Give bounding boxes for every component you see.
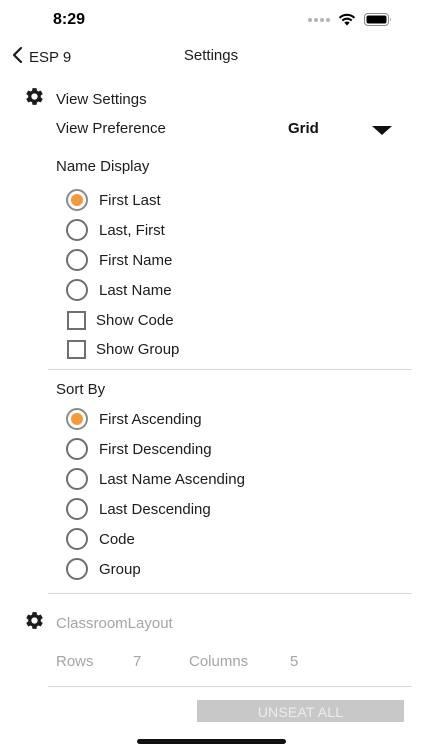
view-settings-title: View Settings — [56, 90, 147, 108]
status-bar: 8:29 — [0, 0, 422, 40]
option-label: Last Name Ascending — [99, 470, 245, 488]
radio-first-ascending[interactable]: First Ascending — [66, 408, 202, 430]
option-label: First Descending — [99, 440, 212, 458]
classroom-layout-title: ClassroomLayout — [56, 614, 173, 632]
columns-value[interactable]: 5 — [290, 653, 298, 670]
radio-button — [66, 438, 88, 460]
view-preference-dropdown[interactable]: Grid — [288, 119, 402, 139]
radio-group[interactable]: Group — [66, 558, 141, 580]
radio-button — [66, 249, 88, 271]
battery-icon — [364, 13, 392, 26]
gear-icon — [24, 610, 45, 636]
option-label: Last Descending — [99, 500, 211, 518]
checkbox — [67, 339, 86, 359]
sort-by-label: Sort By — [56, 381, 106, 398]
view-preference-row: View Preference Grid — [56, 119, 402, 139]
columns-label: Columns — [189, 653, 249, 670]
radio-last-comma-first[interactable]: Last, First — [66, 219, 165, 241]
option-label: First Name — [99, 251, 173, 269]
option-label: Code — [99, 530, 135, 548]
radio-button — [66, 279, 88, 301]
rows-label: Rows — [56, 653, 94, 670]
radio-button-selected — [66, 189, 88, 211]
gear-icon — [24, 86, 45, 112]
checkbox-show-code[interactable]: Show Code — [66, 309, 174, 331]
divider — [48, 686, 412, 687]
option-label: First Last — [99, 191, 161, 209]
radio-button — [66, 498, 88, 520]
rows-value[interactable]: 7 — [133, 653, 141, 670]
radio-last-name-ascending[interactable]: Last Name Ascending — [66, 468, 245, 490]
radio-button — [66, 219, 88, 241]
divider — [48, 593, 412, 594]
status-icons — [308, 13, 392, 26]
home-indicator[interactable] — [137, 739, 286, 744]
radio-button — [66, 468, 88, 490]
option-label: Last, First — [99, 221, 165, 239]
radio-first-last[interactable]: First Last — [66, 189, 161, 211]
checkbox-show-group[interactable]: Show Group — [66, 338, 179, 360]
page-title: Settings — [183, 47, 239, 64]
option-label: Show Code — [96, 311, 174, 329]
option-label: Group — [99, 560, 141, 578]
caret-down-icon — [372, 126, 392, 135]
view-preference-value: Grid — [288, 120, 319, 137]
navigation-bar: ESP 9 Settings — [0, 40, 422, 72]
divider — [48, 369, 412, 370]
radio-first-name[interactable]: First Name — [66, 249, 172, 271]
radio-button — [66, 558, 88, 580]
radio-first-descending[interactable]: First Descending — [66, 438, 212, 460]
layout-dimensions-row: Rows 7 Columns 5 — [56, 652, 376, 672]
radio-button-selected — [66, 408, 88, 430]
status-time: 8:29 — [53, 11, 86, 28]
view-preference-label: View Preference — [56, 120, 166, 137]
signal-dots-icon — [308, 17, 330, 22]
name-display-label: Name Display — [56, 158, 150, 175]
radio-button — [66, 528, 88, 550]
view-settings-header: View Settings — [24, 86, 147, 112]
classroom-layout-header: ClassroomLayout — [24, 610, 173, 636]
unseat-all-button[interactable]: UNSEAT ALL — [197, 700, 404, 722]
wifi-icon — [338, 13, 356, 26]
option-label: Show Group — [96, 340, 180, 358]
option-label: First Ascending — [99, 410, 202, 428]
option-label: Last Name — [99, 281, 172, 299]
radio-last-descending[interactable]: Last Descending — [66, 498, 211, 520]
checkbox — [67, 310, 86, 330]
radio-code[interactable]: Code — [66, 528, 135, 550]
radio-last-name[interactable]: Last Name — [66, 279, 172, 301]
